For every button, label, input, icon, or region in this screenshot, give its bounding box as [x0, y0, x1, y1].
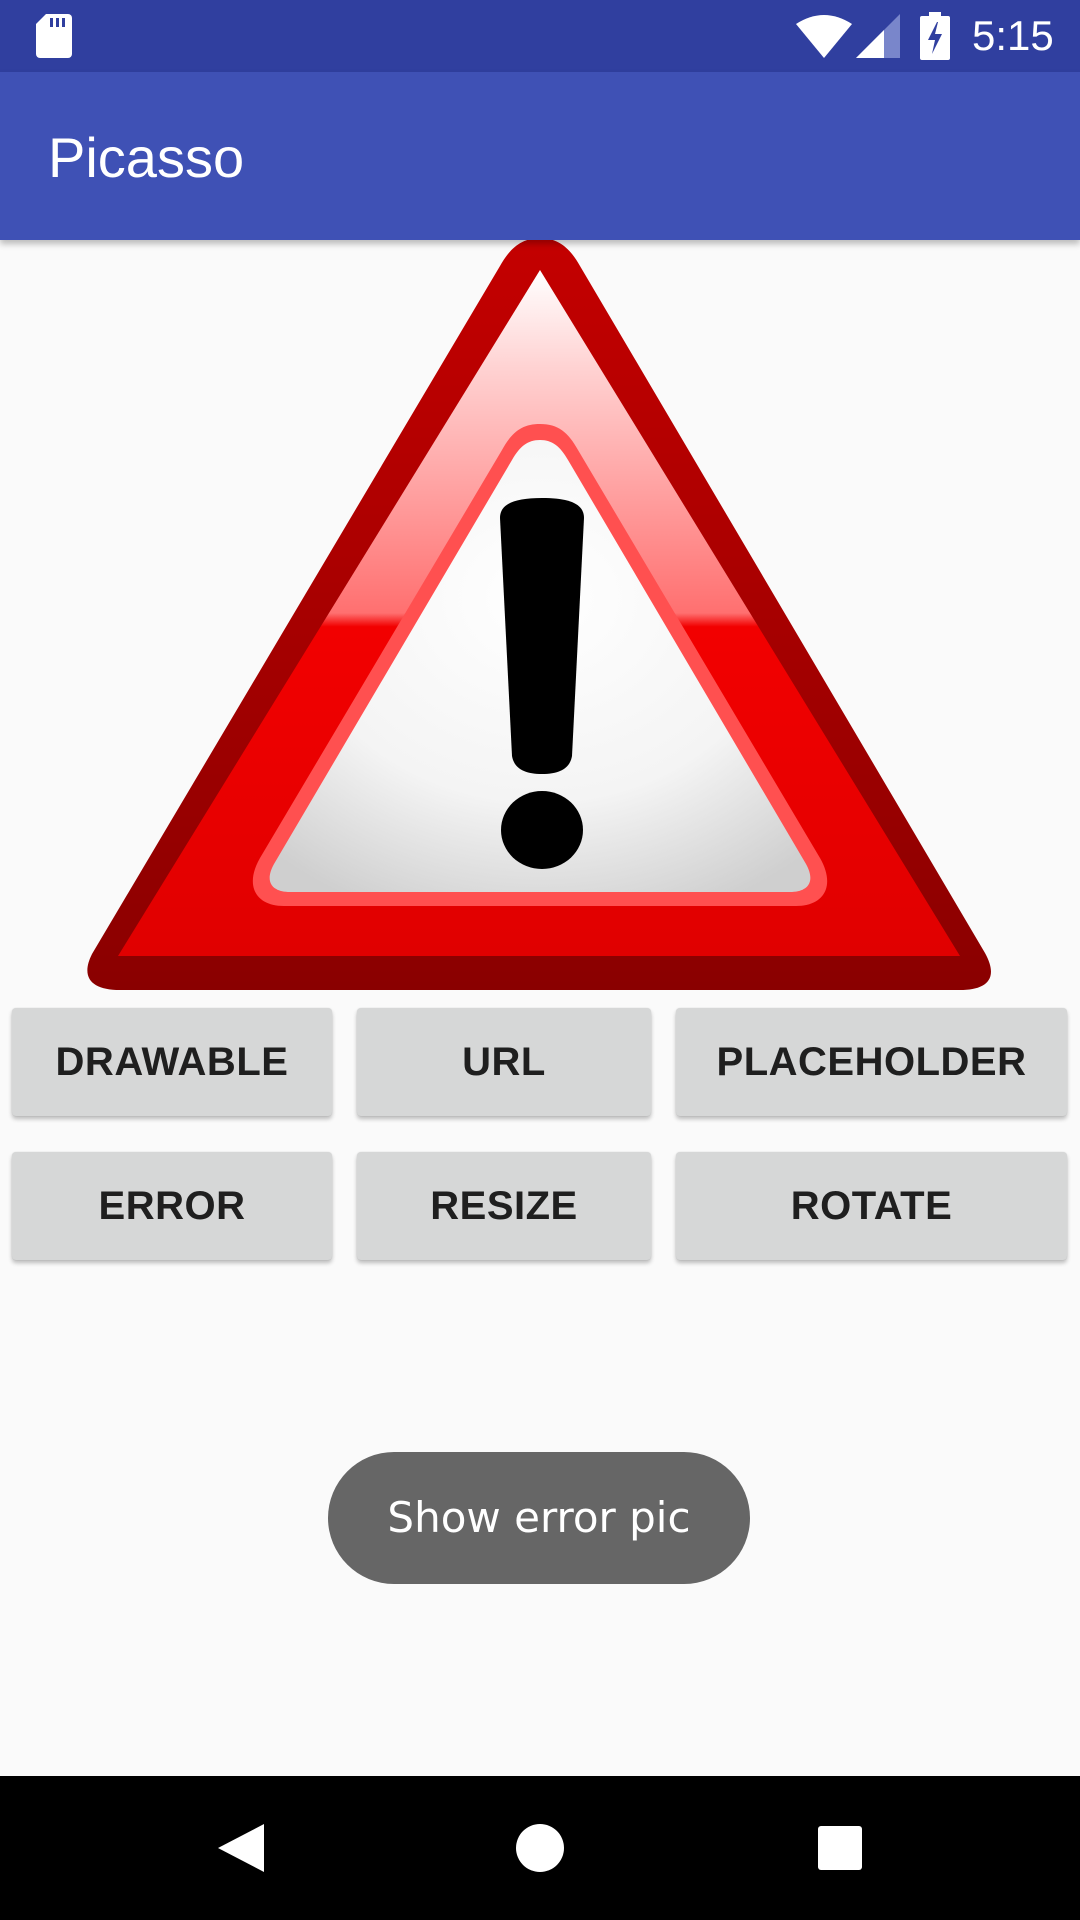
navigation-bar	[0, 1776, 1080, 1920]
image-view	[80, 238, 1000, 990]
error-button[interactable]: ERROR	[12, 1152, 332, 1260]
sd-card-icon	[36, 14, 72, 58]
recents-icon[interactable]	[804, 1812, 876, 1884]
signal-icon	[856, 14, 900, 58]
status-clock: 5:15	[972, 12, 1054, 59]
warning-triangle-icon	[87, 238, 991, 990]
status-bar: 5:15	[0, 0, 1080, 72]
battery-charging-icon	[920, 12, 950, 60]
app-bar: Picasso	[0, 72, 1080, 240]
resize-button[interactable]: RESIZE	[357, 1152, 651, 1260]
screen: 5:15 Picasso DRAWABLE URL PLACEHOLDER ER…	[0, 0, 1080, 1920]
app-title: Picasso	[48, 126, 245, 189]
wifi-icon	[796, 14, 852, 58]
toast-message: Show error pic	[328, 1452, 750, 1584]
rotate-button[interactable]: ROTATE	[676, 1152, 1067, 1260]
drawable-button[interactable]: DRAWABLE	[12, 1008, 332, 1116]
placeholder-button[interactable]: PLACEHOLDER	[676, 1008, 1067, 1116]
url-button[interactable]: URL	[357, 1008, 651, 1116]
home-icon[interactable]	[504, 1812, 576, 1884]
back-icon[interactable]	[204, 1812, 276, 1884]
